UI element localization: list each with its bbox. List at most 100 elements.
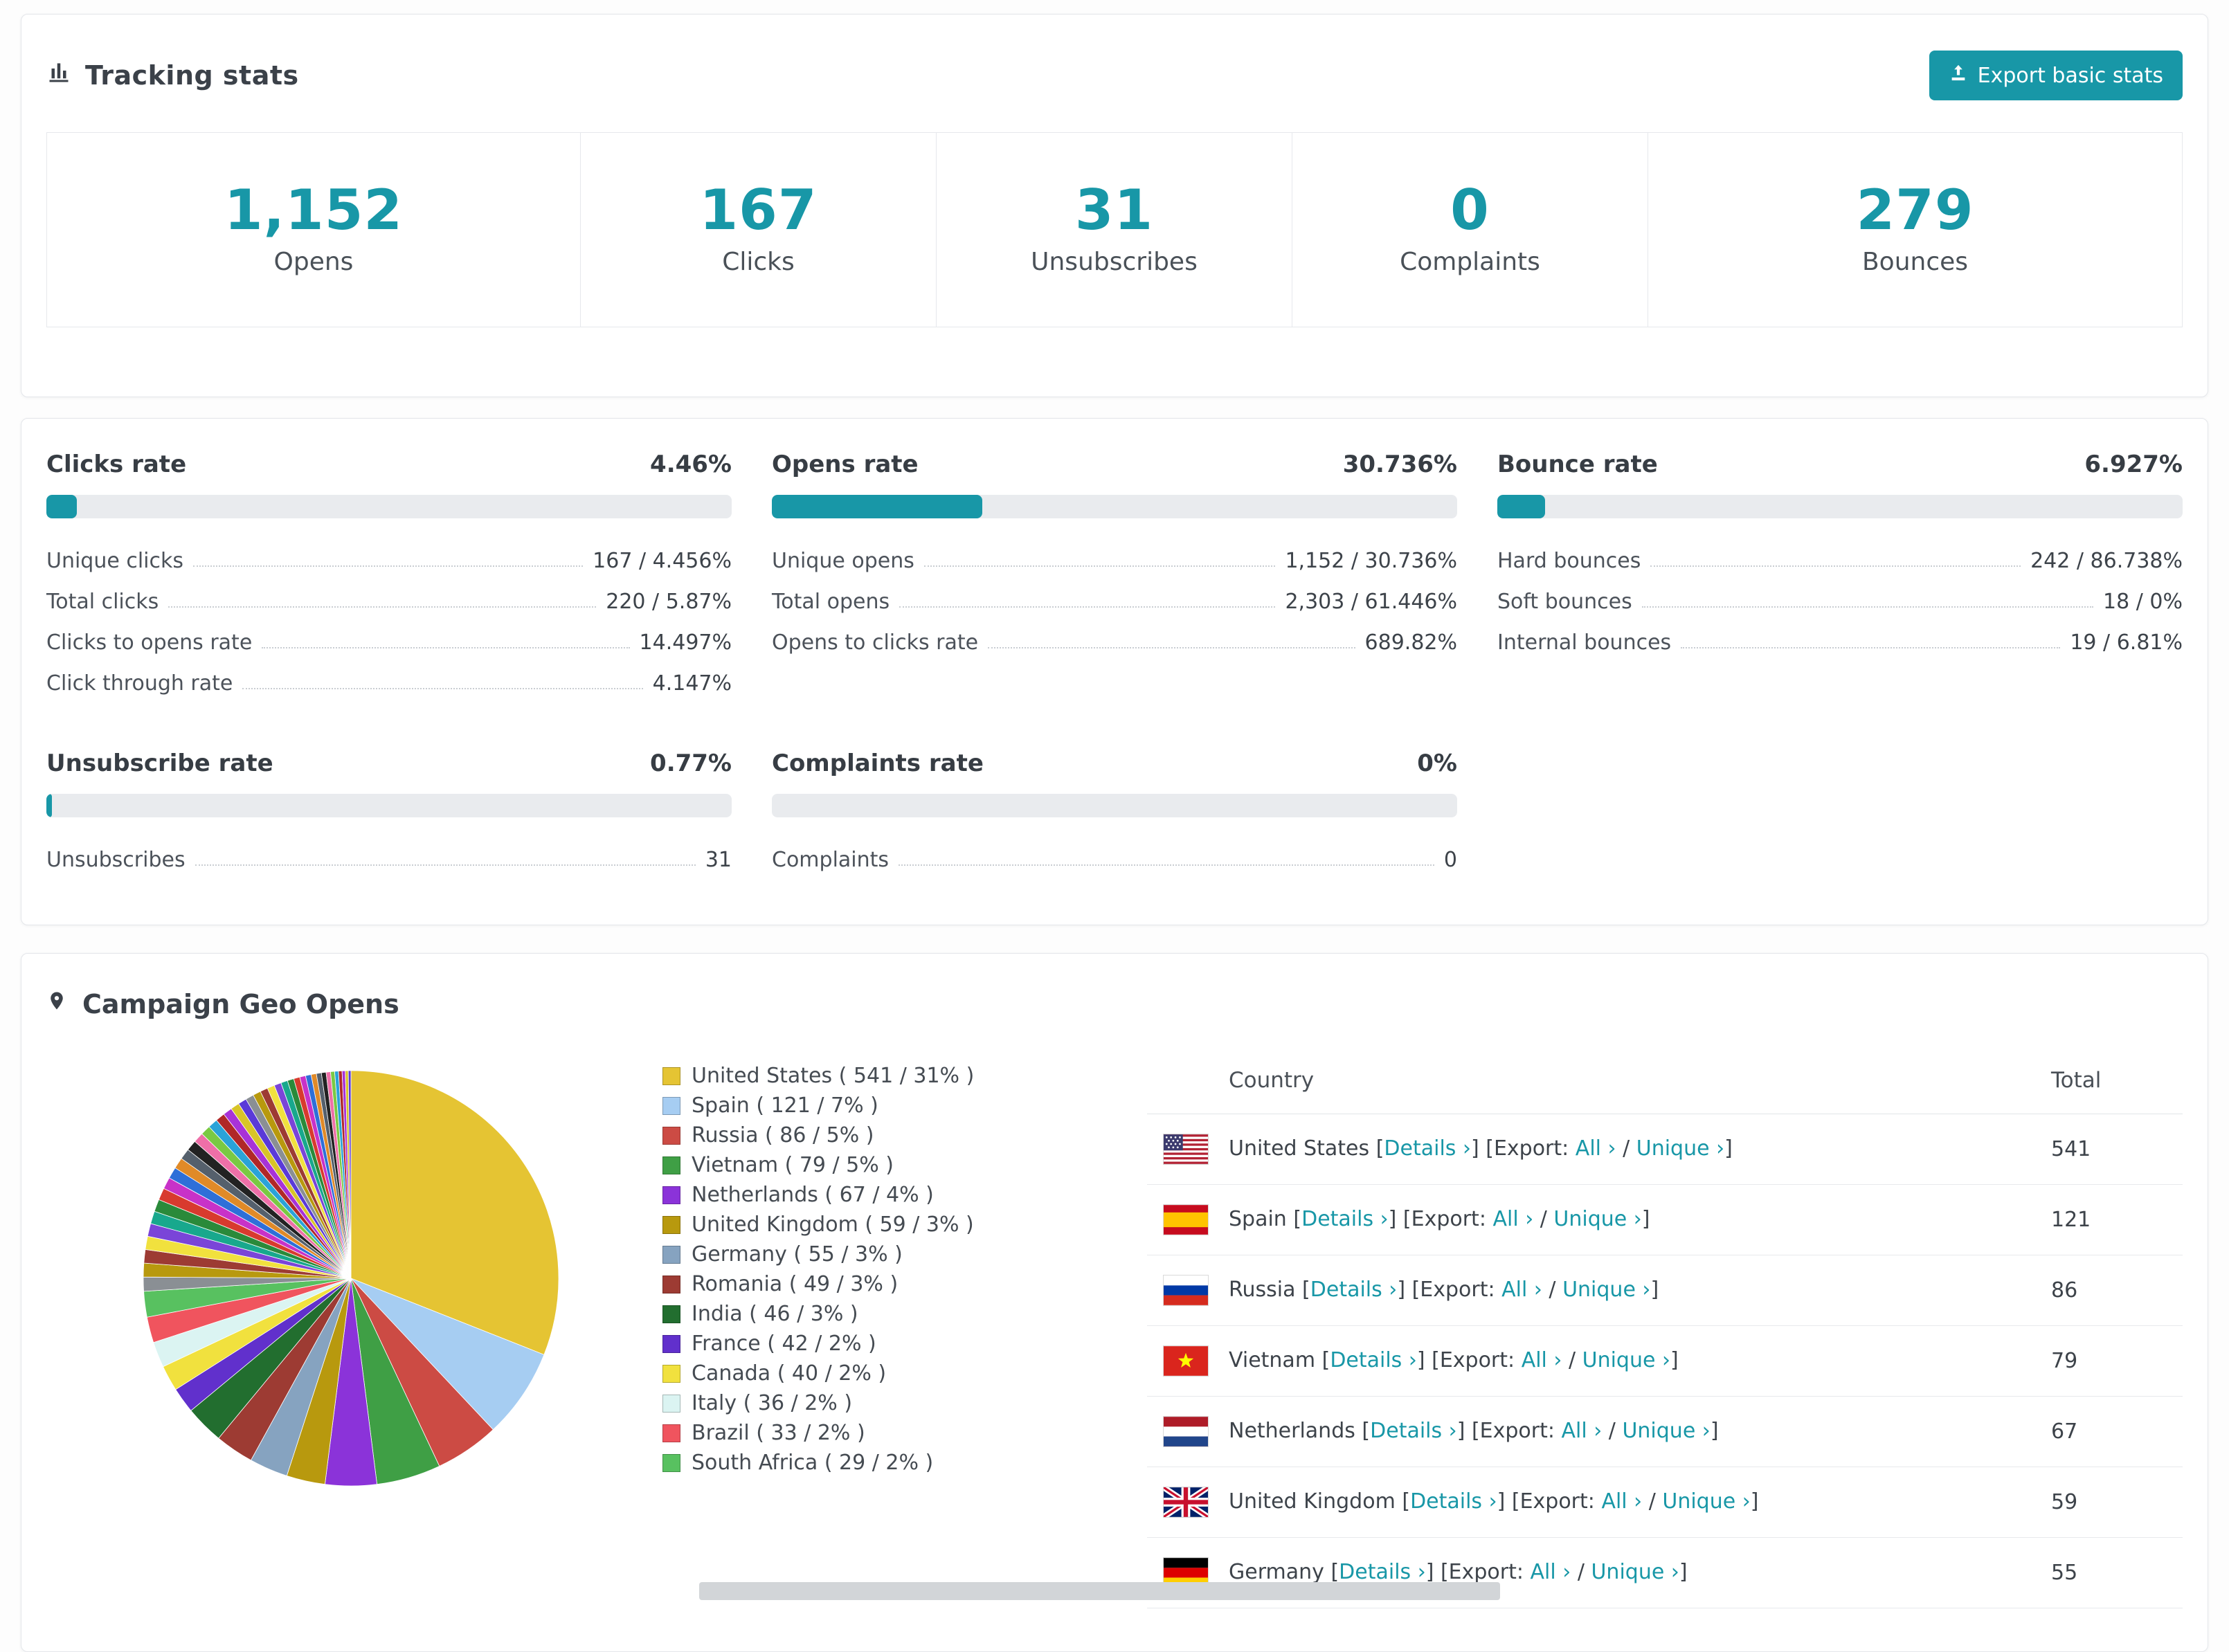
export-unique-link[interactable]: Unique › <box>1582 1348 1670 1372</box>
country-name: Vietnam <box>1229 1348 1316 1372</box>
horizontal-scrollbar[interactable] <box>699 1582 1500 1600</box>
dotted-leader <box>193 565 584 567</box>
legend-swatch <box>662 1453 680 1472</box>
details-link[interactable]: Details › <box>1384 1136 1471 1161</box>
geo-table-row: Russia [Details ›] [Export: All › / Uniq… <box>1147 1255 2183 1326</box>
country-total: 86 <box>2051 1278 2078 1302</box>
opens-rate-block: Opens rate 30.736% Unique opens 1,152 / 3… <box>772 451 1457 696</box>
export-all-link[interactable]: All › <box>1601 1489 1642 1514</box>
export-all-link[interactable]: All › <box>1562 1419 1603 1443</box>
stat-box-opens: 1,152 Opens <box>47 133 581 327</box>
export-all-link[interactable]: All › <box>1492 1207 1533 1231</box>
details-link[interactable]: Details › <box>1310 1278 1398 1302</box>
legend-swatch <box>662 1096 680 1115</box>
export-all-link[interactable]: All › <box>1576 1136 1616 1161</box>
stat-box-complaints: 0 Complaints <box>1292 133 1648 327</box>
legend-label: Canada ( 40 / 2% ) <box>692 1361 887 1386</box>
stat-box-unsubscribes: 31 Unsubscribes <box>937 133 1292 327</box>
rate-stat-row: Opens to clicks rate 689.82% <box>772 614 1457 655</box>
export-unique-link[interactable]: Unique › <box>1562 1278 1650 1302</box>
export-unique-link[interactable]: Unique › <box>1662 1489 1750 1514</box>
legend-swatch <box>662 1186 680 1204</box>
rate-stat-value: 2,303 / 61.446% <box>1285 589 1457 614</box>
legend-label: Netherlands ( 67 / 4% ) <box>692 1183 934 1207</box>
legend-label: United States ( 541 / 31% ) <box>692 1064 975 1088</box>
legend-item: Vietnam ( 79 / 5% ) <box>662 1150 1050 1180</box>
country-name: Russia <box>1229 1278 1296 1302</box>
country-name: Spain <box>1229 1207 1287 1231</box>
unsubscribes-label: Unsubscribes <box>1031 248 1198 276</box>
unsubscribe-rate-title: Unsubscribe rate <box>46 750 273 777</box>
unsubscribe-rate-percent: 0.77% <box>650 750 732 777</box>
rate-stat-label: Total clicks <box>46 589 159 614</box>
rate-stat-value: 242 / 86.738% <box>2030 548 2183 573</box>
details-link[interactable]: Details › <box>1330 1348 1417 1372</box>
opens-rate-percent: 30.736% <box>1342 451 1457 478</box>
geo-table-row: Spain [Details ›] [Export: All › / Uniqu… <box>1147 1185 2183 1255</box>
tracking-stats-header: Tracking stats Export basic stats <box>21 15 2208 132</box>
tracking-stats-title-text: Tracking stats <box>85 60 299 91</box>
legend-item: France ( 42 / 2% ) <box>662 1329 1050 1359</box>
legend-label: United Kingdom ( 59 / 3% ) <box>692 1213 974 1237</box>
legend-item: Germany ( 55 / 3% ) <box>662 1240 1050 1269</box>
rate-stat-label: Unsubscribes <box>46 847 186 872</box>
complaints-count: 0 <box>1450 178 1490 242</box>
clicks-rate-block: Clicks rate 4.46% Unique clicks 167 / 4.4… <box>46 451 732 696</box>
bounce-rate-block: Bounce rate 6.927% Hard bounces 242 / 86.… <box>1497 451 2183 696</box>
rate-stat-label: Opens to clicks rate <box>772 630 979 655</box>
summary-stats-strip: 1,152 Opens 167 Clicks 31 Unsubscribes 0… <box>46 132 2183 327</box>
legend-item: Netherlands ( 67 / 4% ) <box>662 1180 1050 1210</box>
dotted-leader <box>988 647 1355 648</box>
bounces-label: Bounces <box>1861 248 1969 276</box>
rate-stat-label: Clicks to opens rate <box>46 630 253 655</box>
rate-stat-value: 31 <box>705 847 732 872</box>
dotted-leader <box>195 864 696 866</box>
country-total: 67 <box>2051 1419 2078 1444</box>
export-unique-link[interactable]: Unique › <box>1591 1560 1679 1584</box>
legend-swatch <box>662 1364 680 1383</box>
export-unique-link[interactable]: Unique › <box>1622 1419 1710 1443</box>
clicks-rate-title: Clicks rate <box>46 451 187 478</box>
geo-pie-chart <box>136 1064 566 1496</box>
geo-opens-table: Country Total United States [Details ›] … <box>1147 1044 2183 1608</box>
geo-legend: United States ( 541 / 31% ) Spain ( 121 /… <box>662 1061 1050 1478</box>
export-unique-link[interactable]: Unique › <box>1553 1207 1641 1231</box>
tracking-stats-title: Tracking stats <box>46 60 299 91</box>
map-pin-icon <box>46 987 67 1021</box>
rates-card: Clicks rate 4.46% Unique clicks 167 / 4.4… <box>21 418 2208 925</box>
rate-stat-row: Unique opens 1,152 / 30.736% <box>772 532 1457 573</box>
rate-stat-label: Complaints <box>772 847 890 872</box>
unsubscribe-rate-progressbar <box>46 794 732 817</box>
geo-table-row: United States [Details ›] [Export: All ›… <box>1147 1114 2183 1185</box>
legend-item: Canada ( 40 / 2% ) <box>662 1359 1050 1388</box>
details-link[interactable]: Details › <box>1301 1207 1389 1231</box>
rate-stat-label: Soft bounces <box>1497 589 1632 614</box>
legend-label: France ( 42 / 2% ) <box>692 1332 876 1356</box>
details-link[interactable]: Details › <box>1370 1419 1457 1443</box>
bounce-rate-progressbar <box>1497 495 2183 518</box>
export-basic-stats-button[interactable]: Export basic stats <box>1929 51 2183 100</box>
legend-label: Italy ( 36 / 2% ) <box>692 1391 853 1415</box>
dotted-leader <box>899 864 1434 866</box>
export-all-link[interactable]: All › <box>1501 1278 1542 1302</box>
dotted-leader <box>1650 565 2021 567</box>
rate-stat-row: Total opens 2,303 / 61.446% <box>772 573 1457 614</box>
legend-swatch <box>662 1275 680 1294</box>
legend-item: United States ( 541 / 31% ) <box>662 1061 1050 1091</box>
legend-label: Brazil ( 33 / 2% ) <box>692 1421 865 1445</box>
rate-stat-value: 4.147% <box>652 671 732 696</box>
complaints-rate-progressbar <box>772 794 1457 817</box>
export-all-link[interactable]: All › <box>1531 1560 1571 1584</box>
opens-rate-progressbar <box>772 495 1457 518</box>
bounce-rate-percent: 6.927% <box>2084 451 2183 478</box>
details-link[interactable]: Details › <box>1410 1489 1497 1514</box>
export-all-link[interactable]: All › <box>1522 1348 1562 1372</box>
legend-label: South Africa ( 29 / 2% ) <box>692 1451 934 1475</box>
country-name: United Kingdom <box>1229 1489 1396 1514</box>
dotted-leader <box>262 647 630 648</box>
clicks-label: Clicks <box>722 248 795 276</box>
rate-stat-row: Unsubscribes 31 <box>46 831 732 872</box>
country-total: 55 <box>2051 1561 2078 1585</box>
details-link[interactable]: Details › <box>1339 1560 1426 1584</box>
export-unique-link[interactable]: Unique › <box>1636 1136 1724 1161</box>
